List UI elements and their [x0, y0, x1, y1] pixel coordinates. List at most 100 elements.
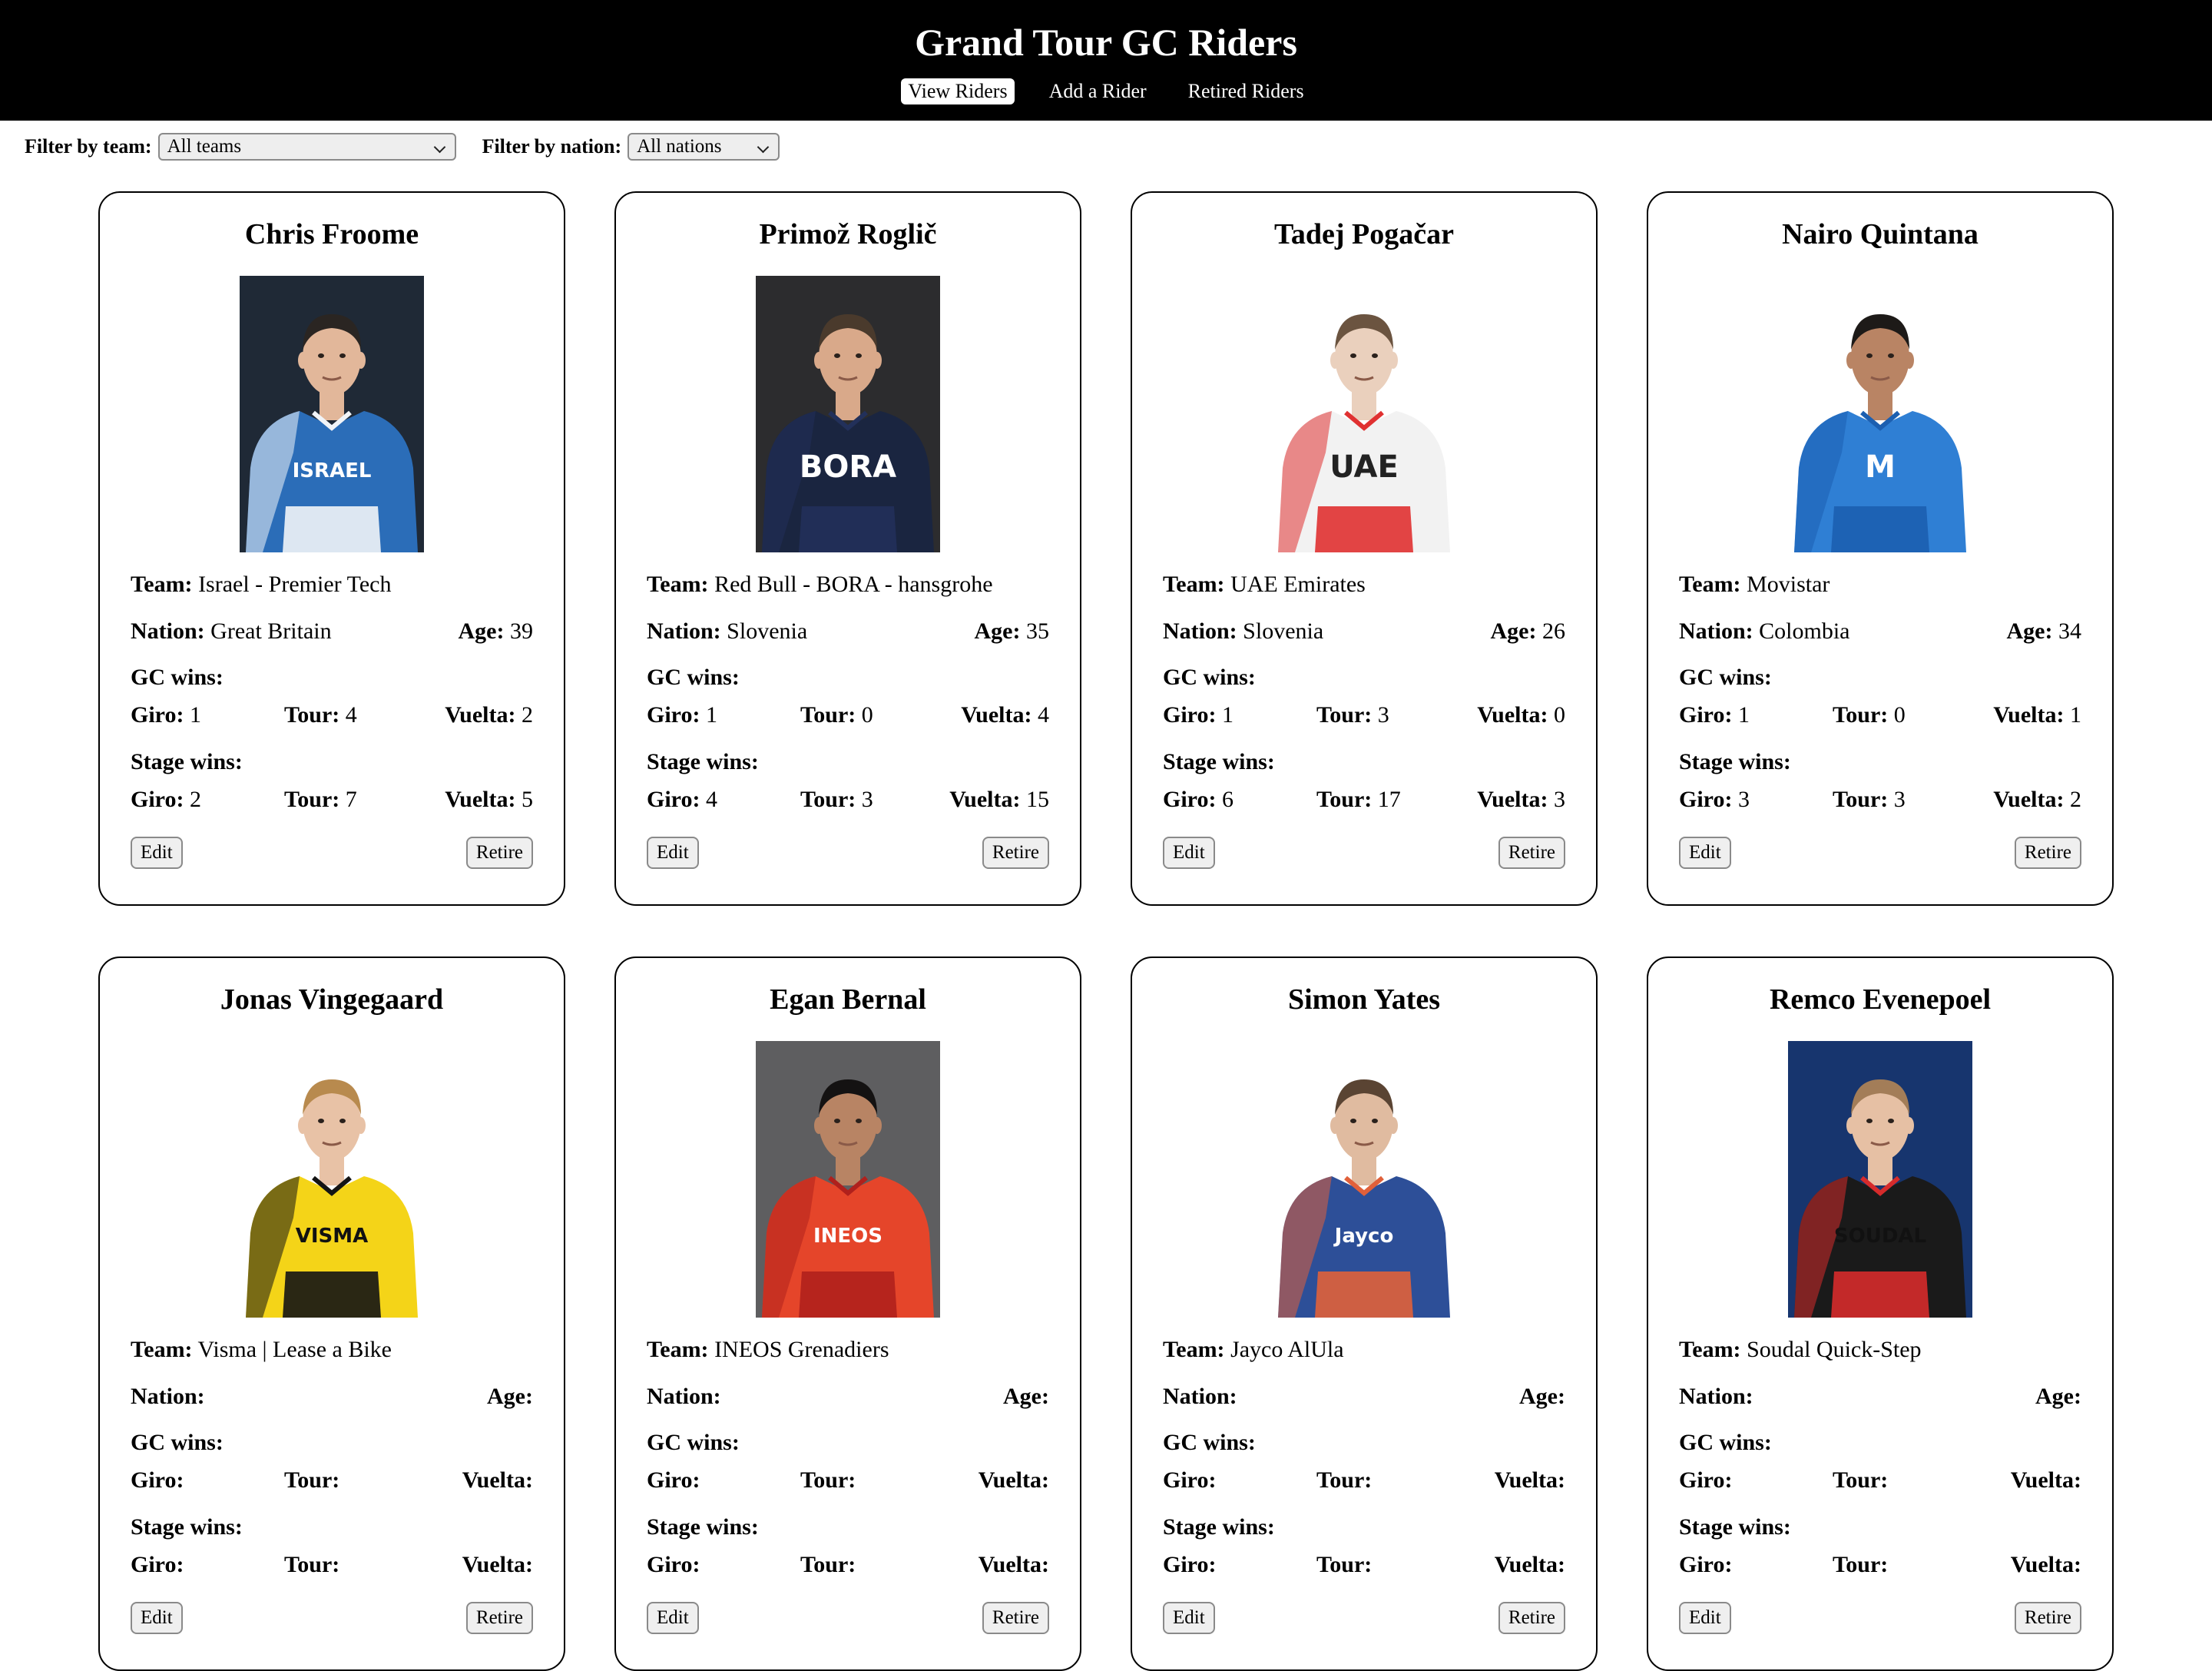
- nation-label: Nation:: [1679, 618, 1753, 644]
- nation-label: Nation:: [1163, 1384, 1237, 1409]
- age-label: Age:: [1519, 1384, 1565, 1409]
- stage-wins-heading-row: Stage wins:: [1679, 1512, 2081, 1543]
- nation-label: Nation:: [1163, 618, 1237, 644]
- vuelta-label: Vuelta:: [1477, 787, 1548, 812]
- filter-bar: Filter by team: All teams Filter by nati…: [25, 131, 780, 162]
- rider-photo: VISMA: [240, 1041, 424, 1318]
- rider-card-chris-froome: Chris Froome ISRAEL Team: Israel - Premi…: [98, 191, 565, 906]
- chevron-down-icon: [433, 141, 445, 154]
- edit-button[interactable]: Edit: [131, 837, 183, 869]
- gc-wins-row: Giro: 1 Tour: 0 Vuelta: 1: [1679, 700, 2081, 731]
- stage-tour-value: 17: [1377, 787, 1401, 812]
- vuelta-label: Vuelta:: [1993, 702, 2065, 728]
- rider-photo: Jayco: [1272, 1041, 1456, 1318]
- stage-wins-row: Giro: 2 Tour: 7 Vuelta: 5: [131, 784, 533, 815]
- gc-wins-heading: GC wins:: [1679, 1430, 1772, 1455]
- site-header: Grand Tour GC Riders View Riders Add a R…: [0, 0, 2212, 121]
- edit-button[interactable]: Edit: [131, 1602, 183, 1634]
- nation-value: Slovenia: [727, 618, 808, 644]
- main-nav: View Riders Add a Rider Retired Riders: [0, 78, 2212, 104]
- edit-button[interactable]: Edit: [1679, 837, 1731, 869]
- team-label: Team:: [647, 1337, 709, 1362]
- edit-button[interactable]: Edit: [647, 1602, 699, 1634]
- retire-button[interactable]: Retire: [2014, 1602, 2081, 1634]
- rider-card-tadej-poga-ar: Tadej Pogačar UAE Team: UAE Emirates Nat…: [1131, 191, 1598, 906]
- tour-label: Tour:: [1833, 1467, 1889, 1493]
- rider-name: Jonas Vingegaard: [220, 983, 444, 1016]
- gc-wins-row: Giro: 1 Tour: 4 Vuelta: 2: [131, 700, 533, 731]
- tour-label: Tour:: [284, 702, 340, 728]
- team-row: Team: UAE Emirates: [1163, 569, 1565, 600]
- team-label: Team:: [1679, 572, 1741, 597]
- age-label: Age:: [1490, 618, 1537, 644]
- retire-button[interactable]: Retire: [982, 837, 1049, 869]
- retire-button[interactable]: Retire: [1498, 1602, 1565, 1634]
- team-value: Visma | Lease a Bike: [197, 1337, 392, 1362]
- team-value: Israel - Premier Tech: [198, 572, 392, 597]
- edit-button[interactable]: Edit: [1163, 837, 1215, 869]
- gc-giro-value: 1: [1221, 702, 1233, 728]
- stage-wins-heading: Stage wins:: [647, 1514, 759, 1540]
- team-label: Team:: [131, 572, 193, 597]
- team-row: Team: Israel - Premier Tech: [131, 569, 533, 600]
- gc-wins-heading: GC wins:: [647, 1430, 740, 1455]
- edit-button[interactable]: Edit: [1679, 1602, 1731, 1634]
- nation-row: Nation: Slovenia Age: 35: [647, 616, 1049, 647]
- tour-label: Tour:: [800, 787, 856, 812]
- rider-card-primo-rogli: Primož Roglič BORA Team: Red Bull - BORA…: [614, 191, 1081, 906]
- stage-vuelta-value: 15: [1026, 787, 1049, 812]
- rider-portrait-graphic: M: [1788, 276, 1972, 552]
- nation-label: Nation:: [1679, 1384, 1753, 1409]
- nation-row: Nation: Age:: [1163, 1381, 1565, 1412]
- retire-button[interactable]: Retire: [2014, 837, 2081, 869]
- rider-photo: INEOS: [756, 1041, 940, 1318]
- tour-label: Tour:: [800, 702, 856, 728]
- stage-wins-heading: Stage wins:: [1679, 749, 1791, 774]
- stage-wins-heading: Stage wins:: [131, 749, 243, 774]
- stage-wins-heading: Stage wins:: [131, 1514, 243, 1540]
- team-value: Soudal Quick-Step: [1747, 1337, 1922, 1362]
- edit-button[interactable]: Edit: [1163, 1602, 1215, 1634]
- age-value: 34: [2058, 618, 2081, 644]
- edit-button[interactable]: Edit: [647, 837, 699, 869]
- stage-giro-value: 3: [1737, 787, 1750, 812]
- retire-button[interactable]: Retire: [465, 1602, 533, 1634]
- stage-wins-heading-row: Stage wins:: [1163, 1512, 1565, 1543]
- rider-portrait-graphic: ISRAEL: [240, 276, 424, 552]
- nation-value: Slovenia: [1243, 618, 1324, 644]
- gc-wins-heading: GC wins:: [1163, 665, 1256, 690]
- rider-name: Tadej Pogačar: [1274, 218, 1454, 250]
- giro-label: Giro:: [1163, 1467, 1217, 1493]
- gc-wins-heading: GC wins:: [647, 665, 740, 690]
- nation-label: Nation:: [647, 618, 721, 644]
- vuelta-label: Vuelta:: [2010, 1467, 2081, 1493]
- stage-tour-value: 7: [345, 787, 357, 812]
- nation-value: Great Britain: [210, 618, 332, 644]
- stage-vuelta-value: 3: [1554, 787, 1565, 812]
- nav-add-rider[interactable]: Add a Rider: [1042, 78, 1154, 104]
- giro-label: Giro:: [1679, 1467, 1733, 1493]
- retire-button[interactable]: Retire: [1498, 837, 1565, 869]
- nation-row: Nation: Great Britain Age: 39: [131, 616, 533, 647]
- nation-filter-select[interactable]: All nations: [628, 133, 780, 161]
- team-filter-select[interactable]: All teams: [157, 133, 456, 161]
- nav-retired-riders[interactable]: Retired Riders: [1181, 78, 1311, 104]
- retire-button[interactable]: Retire: [465, 837, 533, 869]
- rider-card-simon-yates: Simon Yates Jayco Team: Jayco AlUla Nati…: [1131, 957, 1598, 1671]
- stage-wins-row: Giro: Tour: Vuelta:: [131, 1550, 533, 1580]
- gc-wins-heading: GC wins:: [131, 665, 224, 690]
- gc-tour-value: 3: [1377, 702, 1389, 728]
- gc-wins-heading-row: GC wins:: [647, 1427, 1049, 1458]
- rider-name: Nairo Quintana: [1782, 218, 1979, 250]
- rider-portrait-graphic: UAE: [1272, 276, 1456, 552]
- nav-view-riders[interactable]: View Riders: [901, 78, 1015, 104]
- site-title: Grand Tour GC Riders: [915, 21, 1297, 64]
- vuelta-label: Vuelta:: [1494, 1552, 1565, 1577]
- retire-button[interactable]: Retire: [982, 1602, 1049, 1634]
- stage-tour-value: 3: [861, 787, 873, 812]
- gc-wins-heading-row: GC wins:: [1679, 662, 2081, 693]
- vuelta-label: Vuelta:: [949, 787, 1021, 812]
- stage-wins-heading-row: Stage wins:: [647, 1512, 1049, 1543]
- team-row: Team: INEOS Grenadiers: [647, 1334, 1049, 1365]
- team-value: Red Bull - BORA - hansgrohe: [714, 572, 993, 597]
